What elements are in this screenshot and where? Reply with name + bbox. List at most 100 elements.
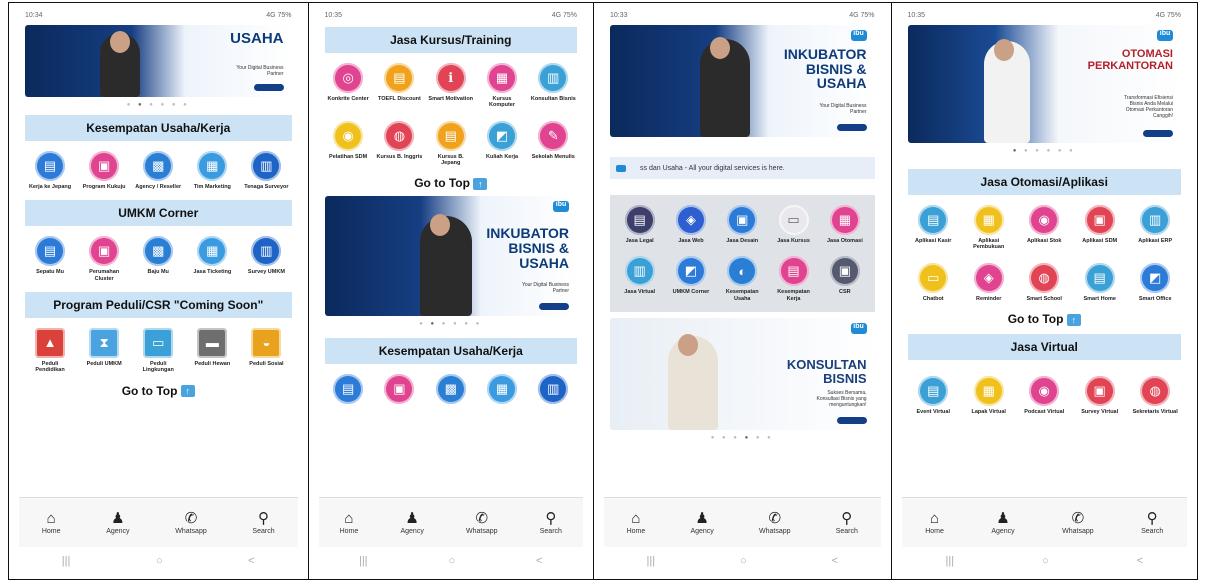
menu-item[interactable]: ▤ TOEFL Discount [376, 63, 422, 109]
nav-agency[interactable]: ♟ Agency [690, 510, 713, 535]
carousel-dots[interactable]: ● ● ● ● ● ● [902, 145, 1187, 157]
home-button[interactable]: ○ [1042, 555, 1049, 567]
menu-item[interactable]: ▩ Agency / Reseller [135, 151, 181, 190]
menu-item[interactable]: ▥ Tenaga Surveyor [243, 151, 289, 190]
menu-item[interactable]: ▤ Kerja ke Jepang [27, 151, 73, 190]
back-button[interactable]: < [832, 555, 838, 567]
menu-item[interactable]: ▭ Chatbot [910, 262, 956, 302]
banner-cta-button[interactable] [1143, 130, 1173, 137]
nav-search[interactable]: ⚲ Search [836, 510, 858, 535]
home-button[interactable]: ○ [156, 555, 163, 567]
go-to-top-link[interactable]: Go to Top ↑ [902, 308, 1187, 330]
menu-item[interactable]: ▣ [376, 374, 422, 405]
menu-item[interactable]: ⧗ Peduli UMKM [81, 327, 127, 374]
banner-cta-button[interactable] [253, 84, 284, 91]
menu-item[interactable]: ℹ Smart Motivation [428, 63, 474, 109]
menu-item[interactable]: ▥ Konsultan Bisnis [530, 63, 576, 109]
menu-item[interactable]: ▤ Sepatu Mu [27, 236, 73, 282]
promo-banner[interactable]: ibu INKUBATOR BISNIS & USAHA Your Digita… [324, 196, 578, 317]
menu-item[interactable]: ◉ Aplikasi Stok [1021, 205, 1067, 251]
menu-item[interactable]: ▭ Jasa Kursus [771, 205, 817, 244]
menu-item[interactable]: ▦ Lapak Virtual [966, 375, 1012, 415]
menu-item[interactable]: ◍ Smart School [1021, 262, 1067, 302]
menu-item[interactable]: ▩ [428, 374, 474, 405]
recents-button[interactable]: ||| [945, 555, 954, 567]
menu-item[interactable]: ▤ Kursus B. Jepang [428, 120, 474, 167]
menu-item[interactable]: ◍ Sekretaris Virtual [1132, 375, 1178, 415]
menu-item[interactable]: ◒ Peduli Sosial [243, 327, 289, 374]
menu-item[interactable]: ▤ [325, 374, 371, 405]
recents-button[interactable]: ||| [646, 555, 655, 567]
recents-button[interactable]: ||| [62, 555, 71, 567]
menu-item[interactable]: ▥ Jasa Virtual [617, 256, 663, 302]
menu-item[interactable]: ◉ Podcast Virtual [1021, 375, 1067, 415]
menu-item[interactable]: ▦ Kursus Komputer [479, 63, 525, 109]
banner-cta-button[interactable] [836, 416, 867, 424]
menu-item[interactable]: ◐ Kesempatan Usaha [719, 256, 765, 302]
menu-item[interactable]: ▦ Aplikasi Pembukuan [966, 205, 1012, 251]
menu-item[interactable]: ▥ Survey UMKM [243, 236, 289, 282]
back-button[interactable]: < [1137, 555, 1143, 567]
nav-whatsapp[interactable]: ✆ Whatsapp [175, 510, 207, 535]
menu-item[interactable]: ▤ Jasa Legal [617, 205, 663, 244]
menu-item[interactable]: ▦ [479, 374, 525, 405]
menu-item[interactable]: ▦ Tim Marketing [189, 151, 235, 190]
nav-home[interactable]: ⌂ Home [925, 510, 944, 535]
menu-item[interactable]: ◩ Kuliah Kerja [479, 120, 525, 167]
nav-home[interactable]: ⌂ Home [340, 510, 359, 535]
menu-item[interactable]: ◩ Smart Office [1132, 262, 1178, 302]
menu-item[interactable]: ▥ Aplikasi ERP [1132, 205, 1178, 251]
nav-whatsapp[interactable]: ✆ Whatsapp [759, 510, 791, 535]
recents-button[interactable]: ||| [359, 555, 368, 567]
nav-home[interactable]: ⌂ Home [627, 510, 646, 535]
menu-item[interactable]: ▬ Peduli Hewan [189, 327, 235, 374]
carousel-dots[interactable]: ● ● ● ● ● ● [604, 432, 881, 444]
menu-item[interactable]: ▥ [530, 374, 576, 405]
menu-item[interactable]: ◈ Jasa Web [668, 205, 714, 244]
menu-item[interactable]: ▩ Baju Mu [135, 236, 181, 282]
home-button[interactable]: ○ [448, 555, 455, 567]
menu-item[interactable]: ◩ UMKM Corner [668, 256, 714, 302]
back-button[interactable]: < [536, 555, 542, 567]
menu-item[interactable]: ◎ Konkrite Center [325, 63, 371, 109]
back-button[interactable]: < [248, 555, 254, 567]
menu-item[interactable]: ▣ CSR [822, 256, 868, 302]
banner-cta-button[interactable] [539, 303, 570, 311]
home-button[interactable]: ○ [740, 555, 747, 567]
promo-banner[interactable]: ibu OTOMASI PERKANTORAN Transformasi Efi… [907, 25, 1181, 143]
menu-item[interactable]: ▤ Event Virtual [910, 375, 956, 415]
menu-item[interactable]: ◉ Pelatihan SDM [325, 120, 371, 167]
menu-item[interactable]: ▣ Program Kukuju [81, 151, 127, 190]
menu-item[interactable]: ▭ Peduli Lingkungan [135, 327, 181, 374]
menu-item[interactable]: ◍ Kursus B. Inggris [376, 120, 422, 167]
carousel-dots[interactable]: ● ● ● ● ● ● [19, 99, 298, 111]
nav-search[interactable]: ⚲ Search [540, 510, 562, 535]
menu-item[interactable]: ✎ Sekolah Menulis [530, 120, 576, 167]
nav-agency[interactable]: ♟ Agency [991, 510, 1014, 535]
nav-home[interactable]: ⌂ Home [42, 510, 61, 535]
go-to-top-link[interactable]: Go to Top ↑ [19, 380, 298, 402]
menu-item[interactable]: ◈ Reminder [966, 262, 1012, 302]
menu-item[interactable]: ▦ Jasa Ticketing [189, 236, 235, 282]
nav-agency[interactable]: ♟ Agency [106, 510, 129, 535]
carousel-dots[interactable]: ● ● ● ● ● ● [319, 318, 584, 330]
menu-item[interactable]: ▲ Peduli Pendidikan [27, 327, 73, 374]
promo-banner[interactable]: ibu INKUBATOR BISNIS & USAHA Your Digita… [610, 25, 875, 137]
menu-item[interactable]: ▤ Aplikasi Kasir [910, 205, 956, 251]
menu-item[interactable]: ▣ Aplikasi SDM [1077, 205, 1123, 251]
nav-whatsapp[interactable]: ✆ Whatsapp [466, 510, 498, 535]
nav-whatsapp[interactable]: ✆ Whatsapp [1062, 510, 1094, 535]
menu-item[interactable]: ▣ Survey Virtual [1077, 375, 1123, 415]
menu-item[interactable]: ▦ Jasa Otomasi [822, 205, 868, 244]
menu-item[interactable]: ▤ Smart Home [1077, 262, 1123, 302]
go-to-top-link[interactable]: Go to Top ↑ [319, 172, 584, 194]
nav-search[interactable]: ⚲ Search [252, 510, 274, 535]
nav-agency[interactable]: ♟ Agency [400, 510, 423, 535]
menu-item[interactable]: ▣ Jasa Desain [719, 205, 765, 244]
menu-item[interactable]: ▣ Perumahan Cluster [81, 236, 127, 282]
nav-search[interactable]: ⚲ Search [1141, 510, 1163, 535]
menu-item[interactable]: ▤ Kesempatan Kerja [771, 256, 817, 302]
promo-banner[interactable]: ibu KONSULTAN BISNIS Sukses Bersama, Kon… [610, 317, 875, 430]
banner-cta-button[interactable] [836, 124, 867, 131]
promo-banner[interactable]: USAHA Your Digital Business Partner [25, 25, 292, 97]
